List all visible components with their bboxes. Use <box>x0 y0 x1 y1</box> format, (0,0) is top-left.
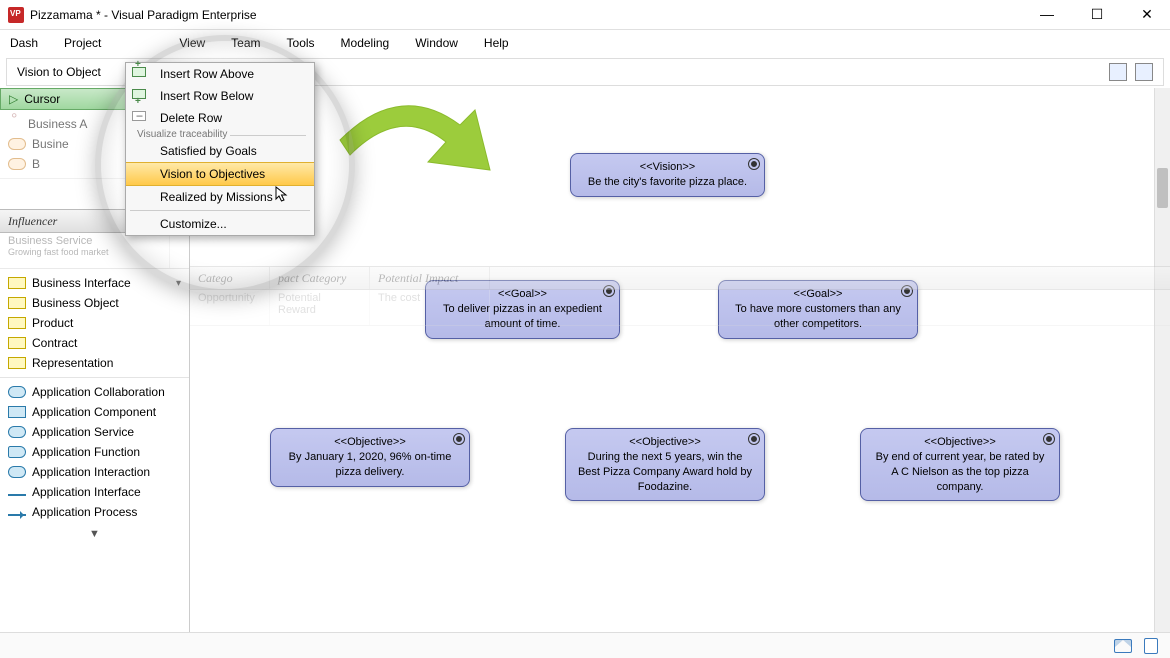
menu-view[interactable]: View <box>179 36 205 50</box>
menu-vision-to-objectives[interactable]: Vision to Objectives <box>126 162 314 186</box>
pal-product[interactable]: Product <box>0 313 189 333</box>
pal-app-component[interactable]: Application Component <box>0 402 189 422</box>
pal-business-object[interactable]: Business Object <box>0 293 189 313</box>
arrow-icon <box>8 514 26 516</box>
cursor-label: Cursor <box>24 92 60 106</box>
node-marker-icon <box>453 433 465 445</box>
scrollbar-thumb[interactable] <box>1157 168 1168 208</box>
pal-app-process[interactable]: Application Process <box>0 502 189 522</box>
rect-icon <box>8 277 26 289</box>
menu-bar: Dash Project View Team Tools Modeling Wi… <box>0 30 1170 56</box>
mail-icon[interactable] <box>1114 639 1132 653</box>
menu-help[interactable]: Help <box>484 36 509 50</box>
menu-customize[interactable]: Customize... <box>126 213 314 235</box>
pal-app-interaction[interactable]: Application Interaction <box>0 462 189 482</box>
menu-insert-row-above[interactable]: Insert Row Above <box>126 63 314 85</box>
menu-team[interactable]: Team <box>231 36 260 50</box>
delete-row-icon <box>132 110 150 124</box>
oval-icon <box>8 426 26 438</box>
pal-app-collaboration[interactable]: Application Collaboration <box>0 382 189 402</box>
menu-realized-by-missions[interactable]: Realized by Missions <box>126 186 314 208</box>
rect-icon <box>8 337 26 349</box>
app-logo-icon <box>8 7 24 23</box>
breadcrumb-text[interactable]: Vision to Object <box>17 65 101 79</box>
rect-icon <box>8 317 26 329</box>
context-menu: Insert Row Above Insert Row Below Delete… <box>125 62 315 236</box>
rect-icon <box>8 297 26 309</box>
insert-below-icon <box>132 88 150 102</box>
node-marker-icon <box>748 158 760 170</box>
menu-group-label: Visualize traceability <box>126 129 314 140</box>
window-title: Pizzamama * - Visual Paradigm Enterprise <box>30 8 257 22</box>
pal-contract[interactable]: Contract <box>0 333 189 353</box>
rect-icon <box>8 357 26 369</box>
line-icon <box>8 494 26 496</box>
node-marker-icon <box>1043 433 1055 445</box>
oval-icon <box>8 158 26 170</box>
doc-icon[interactable] <box>1144 638 1158 654</box>
oval-icon <box>8 386 26 398</box>
oval-icon <box>8 138 26 150</box>
pal-app-interface[interactable]: Application Interface <box>0 482 189 502</box>
menu-project[interactable]: Project <box>64 36 101 50</box>
vertical-scrollbar[interactable] <box>1154 88 1170 632</box>
maximize-button[interactable]: ☐ <box>1082 6 1112 23</box>
pal-business-interface[interactable]: Business Interface▾ <box>0 273 189 293</box>
node-marker-icon <box>748 433 760 445</box>
titlebar: Pizzamama * - Visual Paradigm Enterprise… <box>0 0 1170 30</box>
menu-window[interactable]: Window <box>415 36 458 50</box>
insert-above-icon <box>132 66 150 80</box>
menu-dash[interactable]: Dash <box>10 36 38 50</box>
menu-delete-row[interactable]: Delete Row <box>126 107 314 129</box>
minimize-button[interactable]: — <box>1032 6 1062 23</box>
toolbar-icon-1[interactable] <box>1109 63 1127 81</box>
pal-app-function[interactable]: Application Function <box>0 442 189 462</box>
close-button[interactable]: ✕ <box>1132 6 1162 23</box>
pal-representation[interactable]: Representation <box>0 353 189 373</box>
node-objective-1[interactable]: <<Objective>> By January 1, 2020, 96% on… <box>270 428 470 487</box>
menu-insert-row-below[interactable]: Insert Row Below <box>126 85 314 107</box>
toolbar-icon-2[interactable] <box>1135 63 1153 81</box>
node-objective-2[interactable]: <<Objective>> During the next 5 years, w… <box>565 428 765 501</box>
menu-tools[interactable]: Tools <box>287 36 315 50</box>
table-row-ext: Opportunity Potential Reward The cost <box>190 290 1170 326</box>
oval-icon <box>8 466 26 478</box>
menu-separator <box>130 210 310 211</box>
node-objective-3[interactable]: <<Objective>> By end of current year, be… <box>860 428 1060 501</box>
actor-icon <box>8 117 22 131</box>
status-bar <box>0 632 1170 658</box>
node-vision[interactable]: <<Vision>> Be the city's favorite pizza … <box>570 153 765 197</box>
pal-app-service[interactable]: Application Service <box>0 422 189 442</box>
table-row[interactable]: Business Service Growing fast food marke… <box>0 233 189 269</box>
rect-icon <box>8 406 26 418</box>
menu-modeling[interactable]: Modeling <box>341 36 390 50</box>
menu-satisfied-by-goals[interactable]: Satisfied by Goals <box>126 140 314 162</box>
table-header-ext: Catego pact Category Potential Impact <box>190 266 1170 290</box>
diagram-canvas[interactable]: Catego pact Category Potential Impact Op… <box>190 88 1170 632</box>
palette-scroll-down[interactable]: ▼ <box>0 526 189 542</box>
oval-icon <box>8 446 26 458</box>
